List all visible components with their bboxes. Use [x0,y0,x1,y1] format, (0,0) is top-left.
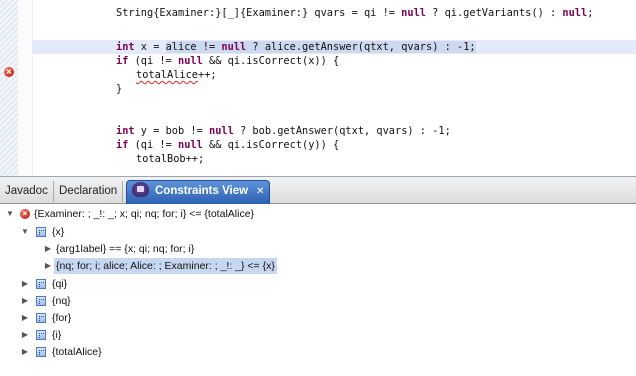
constraints-tree[interactable]: ▼ × {Examiner: ; _!: _; x; qi; nq; for; … [0,204,636,376]
collapsed-arrow-icon[interactable]: ▶ [20,344,30,360]
code-line[interactable]: if (qi != null && qi.isCorrect(x)) { [32,54,636,68]
tab-label: Javadoc [5,185,48,197]
tab-declaration[interactable]: Declaration [54,181,124,202]
constraint-node-icon [36,347,46,357]
tree-row-i[interactable]: ▶ {i} [0,327,636,343]
selected-text[interactable]: alice != null ? alice.getAnswer(qtxt, qv… [165,41,476,53]
constraint-node-icon [36,227,46,237]
error-icon: × [20,209,30,219]
constraint-node-icon [36,279,46,289]
code-line[interactable]: if (qi != null && qi.isCorrect(y)) { [32,138,636,152]
error-marker-icon[interactable]: × [4,67,14,77]
tab-label: Constraints View [155,185,249,197]
code-line[interactable]: totalBob++; [32,152,636,166]
code-area[interactable]: String{Examiner:}[_]{Examiner:} qvars = … [32,0,636,176]
collapsed-arrow-icon[interactable]: ▶ [20,276,30,292]
tree-row-root[interactable]: ▼ × {Examiner: ; _!: _; x; qi; nq; for; … [0,206,636,222]
collapsed-arrow-icon[interactable]: ▶ [43,258,53,274]
code-line[interactable]: String{Examiner:}[_]{Examiner:} qvars = … [32,6,636,20]
error-squiggle[interactable]: totalAlice [136,69,198,81]
views-panel: Javadoc Declaration Constraints View ✕ ▼ … [0,176,636,376]
constraint-node-icon [36,313,46,323]
code-line[interactable]: } [32,82,636,96]
tree-row-qi[interactable]: ▶ {qi} [0,276,636,292]
constraint-node-icon [36,296,46,306]
code-line-error[interactable]: totalAlice++; [32,68,636,82]
close-icon[interactable]: ✕ [256,186,264,197]
tree-row-x[interactable]: ▼ {x} [0,224,636,240]
collapsed-arrow-icon[interactable]: ▶ [20,327,30,343]
tab-javadoc[interactable]: Javadoc [0,181,54,202]
tab-constraints-view[interactable]: Constraints View ✕ [126,180,271,204]
code-line[interactable]: int y = bob != null ? bob.getAnswer(qtxt… [32,124,636,138]
tab-label: Declaration [59,185,118,197]
code-line-current[interactable]: int x = alice != null ? alice.getAnswer(… [32,40,636,54]
tree-row-for[interactable]: ▶ {for} [0,310,636,326]
tree-row-arg1label[interactable]: ▶ {arg1label} == {x; qi; nq; for; i} [0,241,636,257]
tree-row-totalalice[interactable]: ▶ {totalAlice} [0,344,636,360]
view-tab-bar: Javadoc Declaration Constraints View ✕ [0,177,636,204]
collapsed-arrow-icon[interactable]: ▶ [43,241,53,257]
code-editor[interactable]: × String{Examiner:}[_]{Examiner:} qvars … [0,0,636,176]
constraint-node-icon [36,330,46,340]
constraints-view-icon [132,182,149,198]
expanded-arrow-icon[interactable]: ▼ [5,206,15,222]
tree-row-nq[interactable]: ▶ {nq} [0,293,636,309]
collapsed-arrow-icon[interactable]: ▶ [20,293,30,309]
expanded-arrow-icon[interactable]: ▼ [20,224,30,240]
editor-ruler [18,0,33,176]
editor-gutter [0,0,19,176]
collapsed-arrow-icon[interactable]: ▶ [20,310,30,326]
tree-row-selected[interactable]: ▶ {nq; for; i; alice; Alice: ; Examiner:… [0,258,636,274]
